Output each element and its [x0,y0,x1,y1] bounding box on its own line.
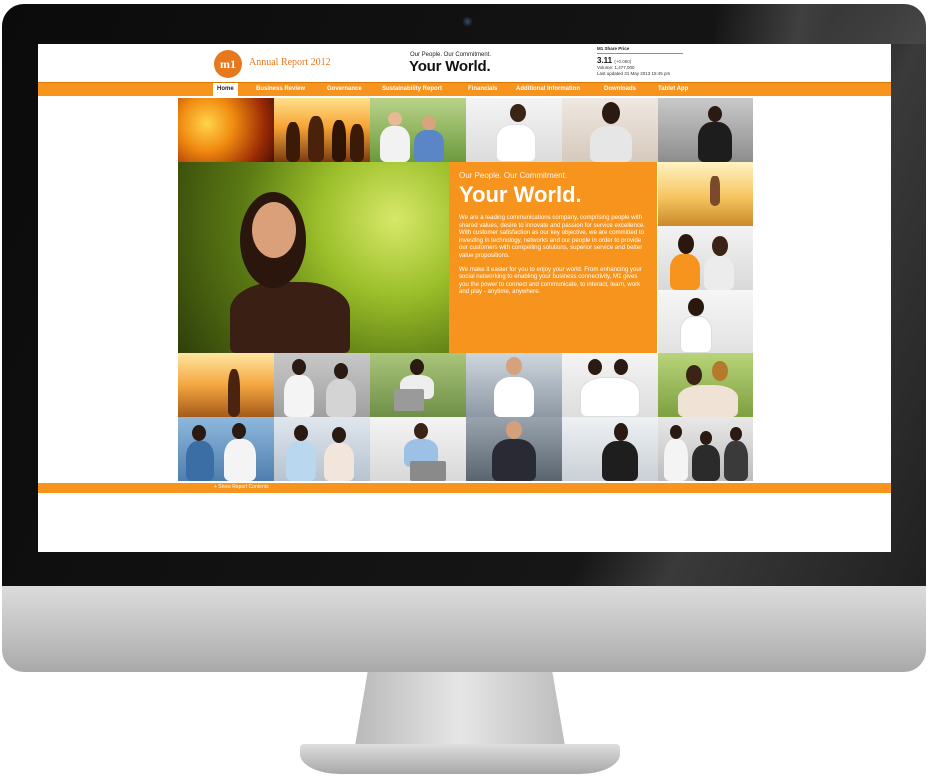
header-tagline-big: Your World. [409,58,491,75]
photo-friends-selfie[interactable] [658,353,753,417]
hero-panel: Our People. Our Commitment. Your World. … [449,162,657,353]
hero-title: Your World. [459,182,582,207]
photo-man-street[interactable] [466,353,562,417]
photo-woman-running[interactable] [658,162,753,226]
nav-downloads[interactable]: Downloads [600,83,640,96]
photo-family-tablet[interactable] [178,417,274,481]
share-price-change: (+0.050) [614,59,632,64]
photo-couple-wine[interactable] [274,353,370,417]
nav-tablet-app[interactable]: Tablet App [654,83,692,96]
report-title[interactable]: Annual Report 2012 [249,57,331,68]
photo-hero-woman[interactable] [178,162,449,353]
nav-sustainability-report[interactable]: Sustainability Report [378,83,446,96]
share-updated: Last updated 31 May 2013 15:45 pm [597,71,671,76]
photo-office-meeting[interactable] [658,417,753,481]
monitor-stand [355,672,565,746]
photo-mosaic: Our People. Our Commitment. Your World. … [178,98,753,482]
photo-two-women-laptop[interactable] [658,226,753,290]
nav-governance[interactable]: Governance [323,83,366,96]
m1-logo[interactable]: m1 [214,50,242,78]
nav-business-review[interactable]: Business Review [252,83,309,96]
share-price-number: 3.11 [597,56,613,65]
share-price-title: M1 Share Price [597,46,683,54]
photo-women-laptop[interactable] [562,353,658,417]
photo-woman-laptop-home[interactable] [370,417,466,481]
photo-woman-phone[interactable] [466,98,562,162]
bezel-glare [716,4,926,44]
photo-couple-laptop[interactable] [370,353,466,417]
photo-woman-smiling[interactable] [562,98,658,162]
nav-additional-information[interactable]: Additional Information [512,83,584,96]
monitor-stand-foot [300,744,620,774]
share-price-widget: M1 Share Price 3.11 (+0.050) Volume: 1,4… [597,46,683,79]
footer-bar: + Show Report Contents [38,483,891,493]
hero-paragraph-2: We make it easier for you to enjoy your … [459,265,642,296]
photo-couple-cafe[interactable] [274,417,370,481]
main-nav: Home Business Review Governance Sustaina… [38,82,891,96]
photo-autumn-leaves[interactable] [178,98,274,162]
hero-subtitle: Our People. Our Commitment. [459,171,568,180]
photo-businesswoman[interactable] [562,417,658,481]
screen: m1 Annual Report 2012 Our People. Our Co… [38,44,891,552]
photo-family-outdoors[interactable] [370,98,466,162]
hero-paragraph-1: We are a leading communications company,… [459,214,645,259]
photo-woman-office[interactable] [658,98,753,162]
photo-woman-window[interactable] [658,290,753,353]
nav-financials[interactable]: Financials [464,83,501,96]
show-report-contents-link[interactable]: + Show Report Contents [214,484,269,490]
site-header: m1 Annual Report 2012 Our People. Our Co… [38,44,891,82]
photo-businessman[interactable] [466,417,562,481]
share-price-value: 3.11 (+0.050) [597,56,683,65]
camera-icon [462,16,473,27]
monitor-chin [2,586,926,672]
photo-sunset-woman[interactable] [178,353,274,417]
nav-home[interactable]: Home [213,83,238,96]
photo-friends-cheering[interactable] [274,98,370,162]
